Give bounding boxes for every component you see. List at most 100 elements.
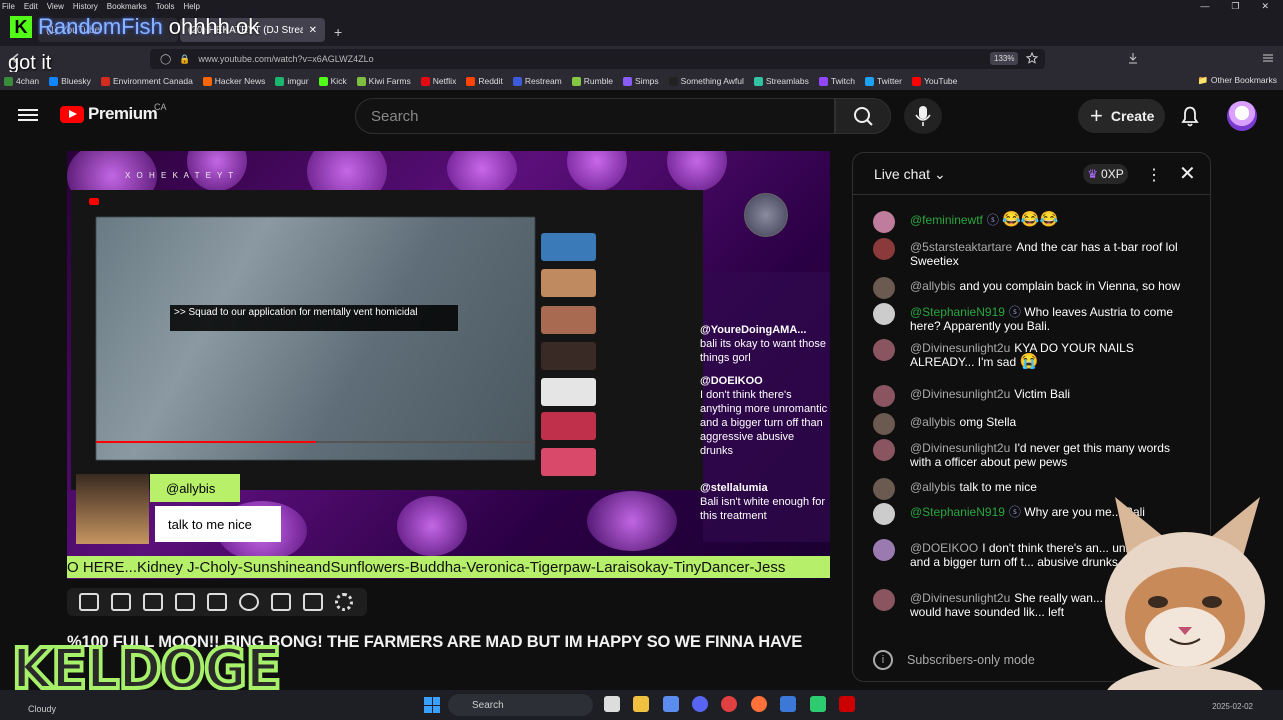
bookmark-restream[interactable]: Restream	[512, 76, 562, 86]
search-button[interactable]	[835, 98, 891, 134]
bookmark-favicon-icon	[420, 76, 430, 86]
stream-icon[interactable]	[111, 593, 131, 611]
menu-view[interactable]: View	[47, 2, 64, 11]
bookmark-4chan[interactable]: 4chan	[4, 76, 39, 86]
chat-avatar[interactable]	[873, 211, 895, 233]
download-icon[interactable]	[1127, 52, 1139, 64]
chat-avatar[interactable]	[873, 238, 895, 260]
bookmark-favicon-icon	[864, 76, 874, 86]
bookmark-bluesky[interactable]: Bluesky	[49, 76, 91, 86]
eye-icon[interactable]	[143, 593, 163, 611]
bookmark-imgur[interactable]: imgur	[275, 76, 309, 86]
chat-avatar[interactable]	[873, 539, 895, 561]
address-bar[interactable]: ◯ 🔒 www.youtube.com/watch?v=x6AGLWZ4ZLo	[150, 49, 1045, 69]
menu-bookmarks[interactable]: Bookmarks	[107, 2, 147, 11]
notifications-icon[interactable]	[1178, 103, 1202, 129]
lock-icon[interactable]: 🔒	[179, 54, 190, 65]
chat-author[interactable]: @StephanieN919	[910, 305, 1005, 319]
shield-icon[interactable]: ◯	[160, 54, 171, 65]
windows-start-icon[interactable]	[424, 697, 440, 713]
chat-avatar[interactable]	[873, 478, 895, 500]
popup-avatar	[76, 474, 149, 544]
menu-icon[interactable]	[1262, 52, 1274, 64]
weather-widget[interactable]: Cloudy	[28, 704, 56, 714]
firefox-icon[interactable]	[751, 696, 767, 712]
menu-history[interactable]: History	[73, 2, 98, 11]
repeat-icon[interactable]	[79, 593, 99, 611]
bookmark-simps[interactable]: Simps	[623, 76, 659, 86]
close-window-icon[interactable]: ✕	[1261, 1, 1269, 12]
chat-author[interactable]: @StephanieN919	[910, 505, 1005, 519]
minimize-icon[interactable]: —	[1200, 1, 1209, 11]
bookmark-rumble[interactable]: Rumble	[571, 76, 613, 86]
copilot-icon[interactable]	[663, 696, 679, 712]
restore-icon[interactable]: ❐	[1231, 1, 1239, 12]
zoom-level[interactable]: 133%	[990, 52, 1019, 65]
other-bookmarks[interactable]: 📁 Other Bookmarks	[1198, 75, 1277, 86]
chat-author[interactable]: @DOEIKOO	[910, 541, 978, 555]
tab-close-icon[interactable]: ✕	[309, 25, 317, 36]
app-icon[interactable]	[780, 696, 796, 712]
chat-message-body: @StephanieN919 ⓢ Who leaves Austria to co…	[910, 305, 1193, 333]
menu-help[interactable]: Help	[183, 2, 199, 11]
bookmark-streamlabs[interactable]: Streamlabs	[753, 76, 809, 86]
star-icon[interactable]	[1026, 52, 1038, 64]
camera-icon[interactable]	[303, 593, 323, 611]
taskbar-search[interactable]: Search	[448, 694, 593, 716]
menu-file[interactable]: File	[2, 2, 15, 11]
menu-tools[interactable]: Tools	[156, 2, 175, 11]
chat-avatar[interactable]	[873, 413, 895, 435]
clapper-icon[interactable]	[175, 593, 195, 611]
chat-avatar[interactable]	[873, 589, 895, 611]
search-input[interactable]: Search	[355, 98, 835, 134]
file-explorer-icon[interactable]	[633, 696, 649, 712]
bookmark-netflix[interactable]: Netflix	[420, 76, 456, 86]
speed-icon[interactable]	[239, 593, 259, 611]
chat-author[interactable]: @Divinesunlight2u	[910, 387, 1010, 401]
chat-author[interactable]: @femininewtf	[910, 213, 983, 227]
youtube-app-icon[interactable]	[839, 696, 855, 712]
chat-avatar[interactable]	[873, 385, 895, 407]
chat-message-body: @allybis omg Stella	[910, 415, 1193, 429]
bookmark-something-awful[interactable]: Something Awful	[668, 76, 744, 86]
chat-author[interactable]: @5starsteaktartare	[910, 240, 1012, 254]
add-frame-icon[interactable]	[271, 593, 291, 611]
chat-avatar[interactable]	[873, 439, 895, 461]
chat-title-dropdown[interactable]: Live chat ⌄	[874, 166, 946, 183]
gear-icon[interactable]	[335, 593, 353, 611]
bookmark-kiwi-farms[interactable]: Kiwi Farms	[356, 76, 411, 86]
bookmark-reddit[interactable]: Reddit	[466, 76, 503, 86]
task-view-icon[interactable]	[604, 696, 620, 712]
new-tab-icon[interactable]: +	[334, 24, 342, 40]
app-icon[interactable]	[721, 696, 737, 712]
chat-author[interactable]: @Divinesunlight2u	[910, 341, 1010, 355]
chat-author[interactable]: @allybis	[910, 279, 956, 293]
chat-avatar[interactable]	[873, 339, 895, 361]
chat-author[interactable]: @Divinesunlight2u	[910, 441, 1010, 455]
bookmark-twitch[interactable]: Twitch	[818, 76, 855, 86]
bookmark-youtube[interactable]: YouTube	[911, 76, 957, 86]
bookmark-hacker-news[interactable]: Hacker News	[202, 76, 265, 86]
chat-author[interactable]: @allybis	[910, 415, 956, 429]
chat-author[interactable]: @allybis	[910, 480, 956, 494]
youtube-logo[interactable]: Premium	[60, 104, 158, 124]
picture-in-picture-icon[interactable]	[207, 593, 227, 611]
video-player[interactable]: X O H E K A T E Y T >> Squad to our appl…	[67, 151, 830, 579]
chat-avatar[interactable]	[873, 303, 895, 325]
chat-avatar[interactable]	[873, 503, 895, 525]
menu-edit[interactable]: Edit	[24, 2, 38, 11]
bookmark-environment-canada[interactable]: Environment Canada	[100, 76, 193, 86]
close-icon[interactable]: ✕	[1179, 161, 1196, 186]
discord-icon[interactable]	[692, 696, 708, 712]
xp-badge[interactable]: ♛ 0XP	[1083, 164, 1128, 184]
create-button[interactable]: + Create	[1078, 99, 1165, 133]
account-avatar[interactable]	[1227, 101, 1257, 131]
voice-search-button[interactable]	[904, 98, 942, 134]
more-options-icon[interactable]: ⋮	[1146, 165, 1162, 185]
bookmark-twitter[interactable]: Twitter	[864, 76, 902, 86]
bookmark-kick[interactable]: Kick	[318, 76, 347, 86]
chat-avatar[interactable]	[873, 277, 895, 299]
hamburger-icon[interactable]	[18, 106, 38, 124]
chat-author[interactable]: @Divinesunlight2u	[910, 591, 1010, 605]
obs-icon[interactable]	[810, 696, 826, 712]
